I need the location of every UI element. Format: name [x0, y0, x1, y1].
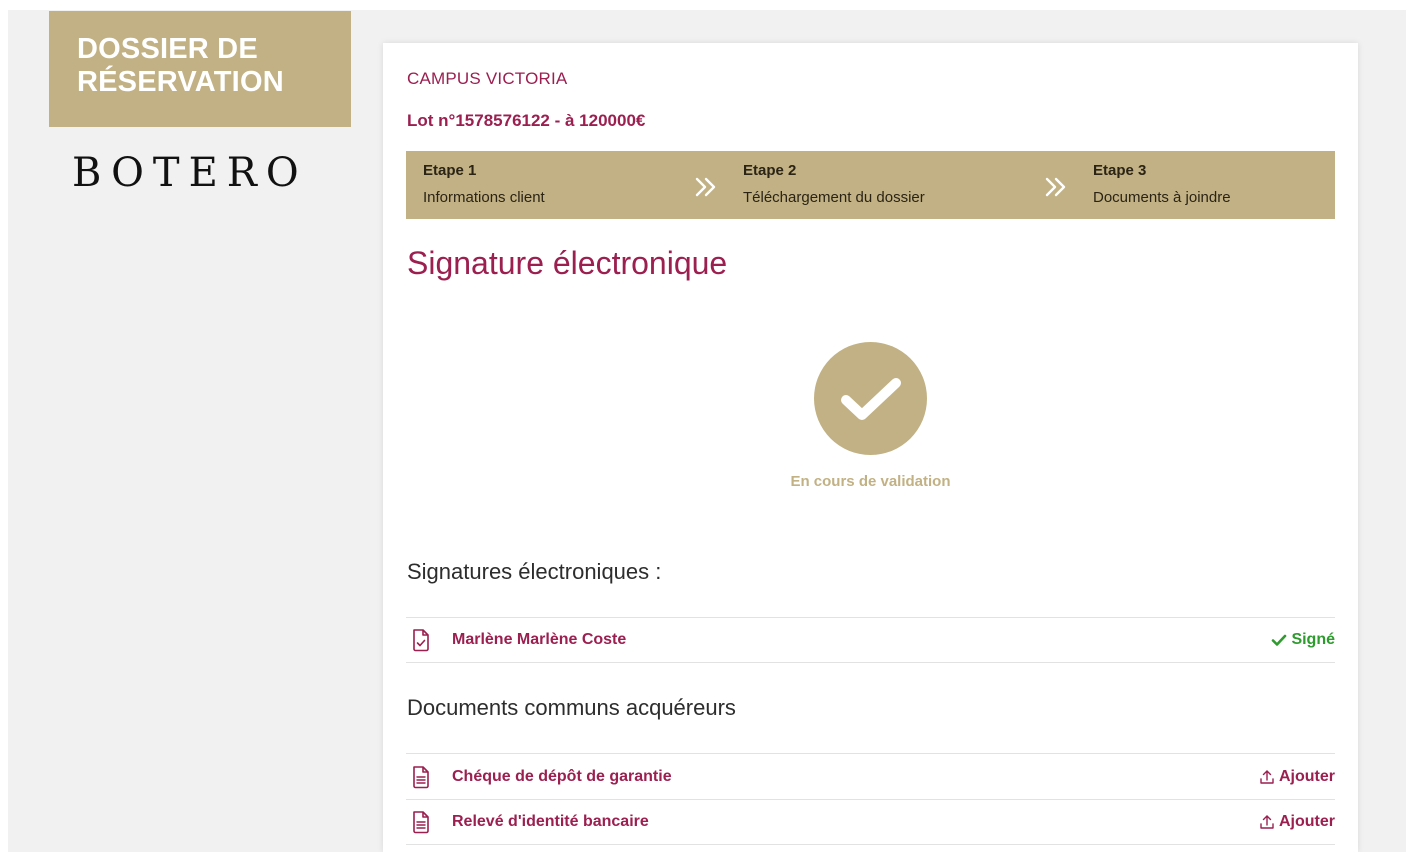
botero-logo: BOTERO	[72, 150, 308, 196]
add-document-button[interactable]: Ajouter	[1259, 813, 1335, 831]
add-document-button[interactable]: Ajouter	[1259, 768, 1335, 786]
step-1[interactable]: Etape 1 Informations client	[406, 151, 686, 219]
validation-status-badge	[814, 342, 927, 455]
double-chevron-right-icon	[686, 151, 726, 219]
double-chevron-right-icon	[1036, 151, 1076, 219]
document-name: Chéque de dépôt de garantie	[452, 767, 672, 785]
check-icon	[840, 377, 901, 420]
main-card: CAMPUS VICTORIA Lot n°1578576122 - à 120…	[383, 43, 1358, 852]
check-icon	[1272, 634, 1287, 646]
step-title: Etape 2	[743, 162, 797, 179]
signed-document-icon	[410, 628, 432, 652]
step-2[interactable]: Etape 2 Téléchargement du dossier	[726, 151, 1036, 219]
document-icon	[410, 810, 432, 834]
step-subtitle: Informations client	[423, 189, 545, 206]
document-row: Relevé d'identité bancaire Ajouter	[406, 799, 1335, 845]
steps-bar: Etape 1 Informations client Etape 2 Télé…	[406, 151, 1335, 219]
documents-heading: Documents communs acquéreurs	[407, 695, 736, 720]
step-title: Etape 1	[423, 162, 477, 179]
lot-info: Lot n°1578576122 - à 120000€	[407, 111, 646, 130]
add-document-label: Ajouter	[1279, 767, 1335, 785]
step-subtitle: Téléchargement du dossier	[743, 189, 925, 206]
step-title: Etape 3	[1093, 162, 1147, 179]
signatures-heading: Signatures électroniques :	[407, 559, 662, 584]
document-name: Relevé d'identité bancaire	[452, 813, 649, 830]
step-subtitle: Documents à joindre	[1093, 189, 1231, 206]
signer-name: Marlène Marlène Coste	[452, 631, 627, 648]
header-line-2: RÉSERVATION	[77, 66, 284, 98]
document-icon	[410, 765, 432, 789]
dossier-reservation-header: DOSSIER DE RÉSERVATION	[49, 11, 351, 127]
signed-status: Signé	[1271, 631, 1335, 649]
validation-status-text: En cours de validation	[790, 473, 951, 490]
add-document-label: Ajouter	[1279, 813, 1335, 830]
program-name: CAMPUS VICTORIA	[407, 69, 568, 88]
document-row: Chéque de dépôt de garantie Ajouter	[406, 753, 1335, 799]
step-3[interactable]: Etape 3 Documents à joindre	[1076, 151, 1376, 219]
header-line-1: DOSSIER DE	[77, 33, 258, 65]
upload-icon	[1260, 769, 1274, 784]
signed-status-label: Signé	[1291, 631, 1335, 648]
page-title: Signature électronique	[407, 245, 728, 281]
signature-row[interactable]: Marlène Marlène Coste Signé	[406, 617, 1335, 663]
upload-icon	[1260, 815, 1274, 829]
